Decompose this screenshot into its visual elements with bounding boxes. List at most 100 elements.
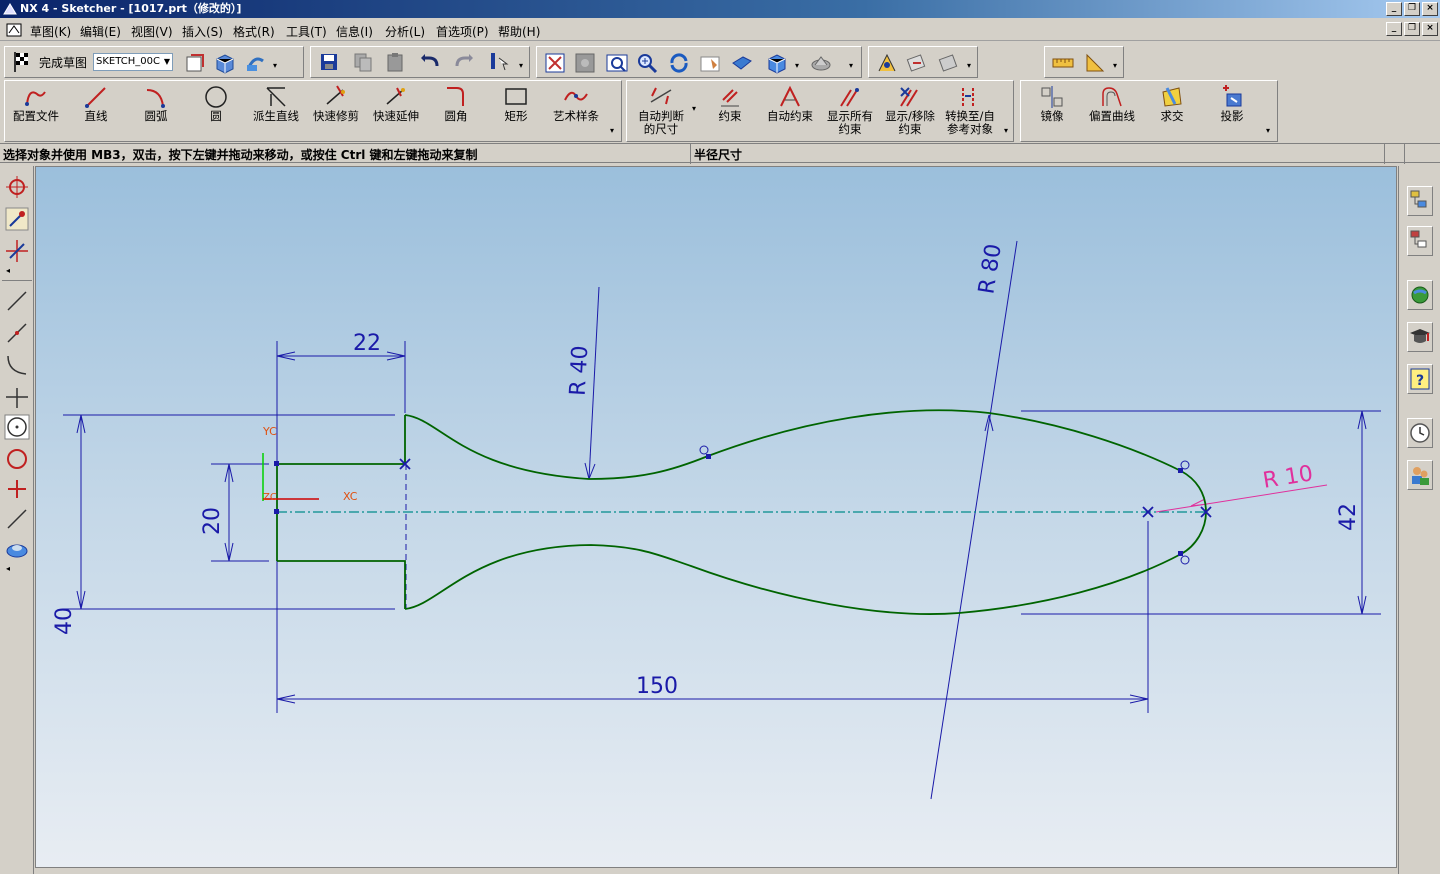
doc-minimize-button[interactable]: _	[1386, 22, 1402, 36]
selection-info-icon[interactable]	[487, 50, 511, 74]
tool-profile[interactable]: 配置文件	[6, 82, 66, 140]
snap-point-icon[interactable]	[875, 51, 899, 75]
chevron-down-icon[interactable]: ▾	[1004, 126, 1008, 135]
menu-help[interactable]: 帮助(H)	[498, 23, 540, 40]
selection-scope-icon[interactable]	[937, 51, 961, 75]
tool-line[interactable]: 直线	[66, 82, 126, 140]
dim-42[interactable]: 42	[1336, 503, 1361, 531]
tool-constraints[interactable]: 约束	[700, 82, 760, 140]
doc-restore-button[interactable]: ❐	[1404, 22, 1420, 36]
chevron-down-icon[interactable]: ▾	[519, 61, 523, 70]
redo-icon[interactable]	[451, 50, 475, 74]
tool-quick-extend[interactable]: 快速延伸	[366, 82, 426, 140]
circle-center-icon[interactable]	[4, 414, 30, 440]
tool-show-all-constraints[interactable]: 显示所有 约束	[820, 82, 880, 140]
rotate-icon[interactable]	[667, 51, 691, 75]
tool-show-remove-constraints[interactable]: 显示/移除 约束	[880, 82, 940, 140]
point-line-icon[interactable]	[4, 320, 30, 346]
snap-point-icon[interactable]	[4, 174, 30, 200]
sketch-name-select[interactable]: SKETCH_00C ▼	[93, 53, 173, 71]
dim-20[interactable]: 20	[200, 507, 225, 535]
zoom-icon[interactable]	[635, 51, 659, 75]
chevron-left-icon[interactable]: ◂	[6, 266, 10, 275]
chevron-down-icon[interactable]: ▾	[849, 61, 853, 70]
tool-quick-trim[interactable]: 快速修剪	[306, 82, 366, 140]
menu-view[interactable]: 视图(V)	[131, 23, 173, 40]
chevron-down-icon[interactable]: ▾	[610, 126, 614, 135]
menu-preferences[interactable]: 首选项(P)	[436, 23, 489, 40]
tool-convert-reference[interactable]: 转换至/自 参考对象	[940, 82, 1000, 140]
slash-line-icon[interactable]	[4, 506, 30, 532]
sketch-drawing[interactable]: YC XC ZC 22 R 40 R 80 20 40 42 150 R 10	[36, 167, 1398, 869]
measure-distance-icon[interactable]	[1051, 51, 1075, 75]
tool-circle[interactable]: 圆	[186, 82, 246, 140]
shaded-icon[interactable]	[729, 51, 753, 75]
roles-tab[interactable]	[1407, 460, 1433, 490]
dim-40[interactable]: 40	[52, 607, 77, 635]
dim-r10[interactable]: R 10	[1261, 461, 1315, 494]
restore-button[interactable]: ❐	[1404, 2, 1420, 16]
view-orientation-icon[interactable]	[765, 51, 789, 75]
part-navigator-tab[interactable]	[1407, 226, 1433, 256]
assembly-navigator-tab[interactable]	[1407, 186, 1433, 216]
help-tab[interactable]: ?	[1407, 364, 1433, 394]
close-button[interactable]: ×	[1422, 2, 1438, 16]
graphics-window[interactable]: YC XC ZC 22 R 40 R 80 20 40 42 150 R 10	[35, 166, 1397, 868]
menu-edit[interactable]: 编辑(E)	[80, 23, 121, 40]
save-icon[interactable]	[317, 50, 341, 74]
curve-icon[interactable]	[4, 352, 30, 378]
filter-icon[interactable]	[905, 51, 929, 75]
undo-icon[interactable]	[419, 50, 443, 74]
reattach-icon[interactable]	[213, 51, 237, 75]
menu-analysis[interactable]: 分析(L)	[385, 23, 425, 40]
chevron-down-icon[interactable]: ▾	[1266, 126, 1270, 135]
chevron-down-icon[interactable]: ▾	[692, 104, 696, 113]
tangent-icon[interactable]	[4, 384, 30, 410]
dim-22[interactable]: 22	[353, 331, 381, 356]
menu-insert[interactable]: 插入(S)	[182, 23, 223, 40]
update-model-icon[interactable]	[243, 51, 267, 75]
web-browser-tab[interactable]	[1407, 280, 1433, 310]
menu-format[interactable]: 格式(R)	[233, 23, 275, 40]
tool-intersect[interactable]: 求交	[1142, 82, 1202, 140]
sketch-dimension-icon[interactable]	[4, 206, 30, 232]
chevron-left-icon[interactable]: ◂	[6, 564, 10, 573]
fit-view-icon[interactable]	[543, 51, 567, 75]
tool-studio-spline[interactable]: 艺术样条	[546, 82, 606, 140]
tool-inferred-dimension[interactable]: 自动判断 的尺寸	[630, 82, 692, 140]
tool-arc[interactable]: 圆弧	[126, 82, 186, 140]
tool-derived-line[interactable]: 派生直线	[246, 82, 306, 140]
point-icon[interactable]	[4, 476, 30, 502]
zoom-window-icon[interactable]	[573, 51, 597, 75]
tool-fillet[interactable]: 圆角	[426, 82, 486, 140]
orient-view-icon[interactable]	[183, 51, 207, 75]
tool-offset-curve[interactable]: 偏置曲线	[1082, 82, 1142, 140]
tool-auto-constrain[interactable]: 自动约束	[760, 82, 820, 140]
menu-tools[interactable]: 工具(T)	[286, 23, 327, 40]
chevron-down-icon[interactable]: ▾	[795, 61, 799, 70]
shape-icon[interactable]	[4, 536, 30, 562]
rendering-style-icon[interactable]	[809, 51, 833, 75]
pan-icon[interactable]	[699, 51, 723, 75]
tool-project[interactable]: 投影	[1202, 82, 1262, 140]
history-tab[interactable]	[1407, 418, 1433, 448]
circle-icon[interactable]	[4, 446, 30, 472]
point-on-curve-icon[interactable]	[4, 238, 30, 264]
minimize-button[interactable]: _	[1386, 2, 1402, 16]
dim-150[interactable]: 150	[636, 674, 678, 699]
dim-r40[interactable]: R 40	[566, 345, 594, 397]
doc-close-button[interactable]: ×	[1422, 22, 1438, 36]
finish-sketch-label[interactable]: 完成草图	[39, 54, 87, 71]
menu-info[interactable]: 信息(I)	[336, 23, 373, 40]
tool-rectangle[interactable]: 矩形	[486, 82, 546, 140]
measure-angle-icon[interactable]	[1083, 51, 1107, 75]
zoom-area-icon[interactable]	[605, 51, 629, 75]
chevron-down-icon[interactable]: ▾	[1113, 61, 1117, 70]
menu-sketch[interactable]: 草图(K)	[30, 23, 71, 40]
tool-mirror[interactable]: 镜像	[1022, 82, 1082, 140]
chevron-down-icon[interactable]: ▾	[273, 61, 277, 70]
finish-sketch-flag-icon[interactable]	[11, 50, 35, 74]
training-tab[interactable]	[1407, 322, 1433, 352]
line-icon[interactable]	[4, 288, 30, 314]
chevron-down-icon[interactable]: ▾	[967, 61, 971, 70]
